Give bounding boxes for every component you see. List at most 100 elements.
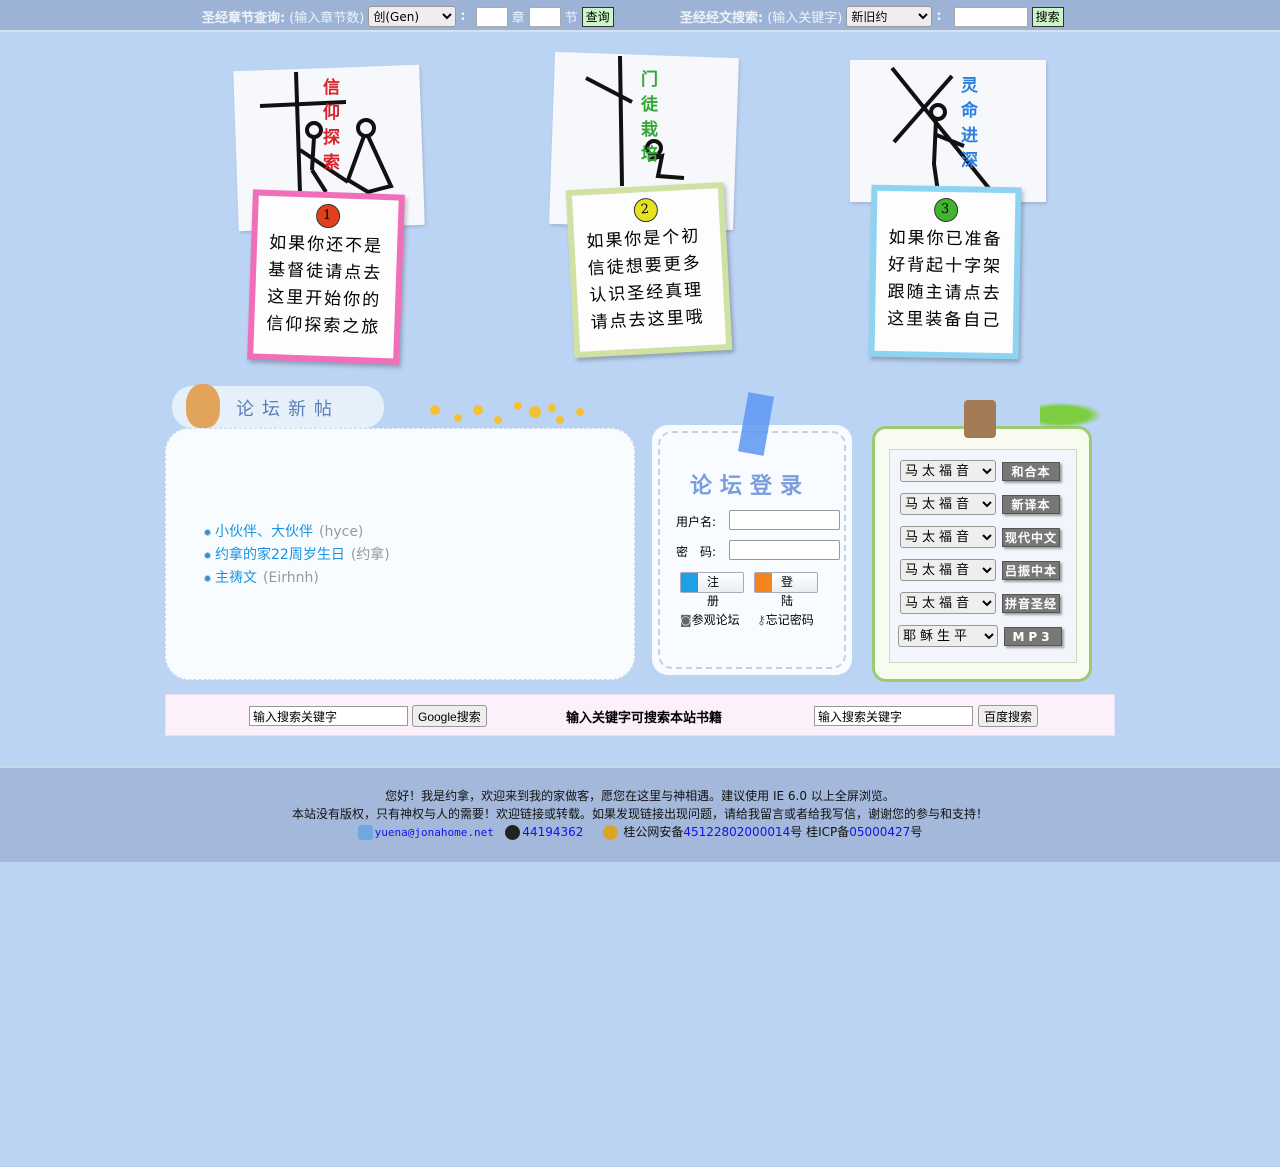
cross-kneeling-icon [585, 56, 685, 186]
note: 1 如果你还不是 基督徒请点去 这里开始你的 信仰探索之旅 [247, 189, 405, 365]
hao: 号 [910, 825, 923, 839]
bullet-icon [204, 528, 211, 536]
post-link[interactable]: 小伙伴、大伙伴 [215, 524, 313, 540]
verse-search-hint: (输入关键字) [767, 11, 843, 26]
life-of-jesus-select[interactable]: 耶稣生平 [898, 625, 998, 647]
post-author: (hyce) [319, 524, 364, 540]
teddy-bear-icon [186, 384, 220, 428]
verse-input[interactable] [528, 6, 561, 27]
login-label: 登 陆 [781, 575, 798, 608]
post-list: 小伙伴、大伙伴 (hyce) 约拿的家22周岁生日 (约拿) 主祷文 (Eirhnh) [204, 521, 390, 590]
google-search-input[interactable] [249, 706, 408, 726]
post-author: (Eirhnh) [263, 570, 319, 586]
number-badge: 1 [315, 203, 341, 229]
chapter-query-hint: (输入章节数) [289, 11, 365, 26]
forgot-password-label: 忘记密码 [765, 613, 814, 627]
forum-icon: ◙ [680, 613, 692, 627]
chapter-query: 圣经章节查询: (输入章节数) 创(Gen) : 章 节 查询 [202, 6, 614, 27]
note-line: 信仰探索之旅 [265, 313, 381, 338]
bullet-icon [204, 574, 211, 582]
qq-icon [505, 825, 521, 840]
post-link[interactable]: 约拿的家22周岁生日 [215, 547, 345, 563]
note-line: 这里开始你的 [266, 286, 382, 311]
card-title: 门徒栽培 [641, 70, 658, 165]
colon: : [460, 9, 466, 24]
book-select[interactable]: 马太福音 [900, 559, 996, 581]
query-button[interactable]: 查询 [581, 6, 614, 27]
search-hint: 输入关键字可搜索本站书籍 [566, 711, 723, 726]
login-title: 论坛登录 [690, 473, 811, 499]
book-select[interactable]: 创(Gen) [368, 6, 457, 27]
forum-new-posts-panel: 小伙伴、大伙伴 (hyce) 约拿的家22周岁生日 (约拿) 主祷文 (Eirhnh) [165, 428, 635, 680]
footer: 您好！我是约拿，欢迎来到我的家做客，愿您在这里与神相遇。建议使用 IE 6.0 … [0, 766, 1280, 862]
footer-welcome: 您好！我是约拿，欢迎来到我的家做客，愿您在这里与神相遇。建议使用 IE 6.0 … [385, 789, 895, 803]
book-select[interactable]: 马太福音 [900, 493, 996, 515]
note-line: 这里装备自己 [886, 308, 1002, 331]
footer-contacts: yuena@jonahome.net 44194362 桂公网安备4512280… [0, 823, 1280, 842]
username-label: 用户名: [676, 515, 717, 529]
note-line: 如果你还不是 [268, 233, 384, 257]
note: 3 如果你已准备 好背起十字架 跟随主请点去 这里装备自己 [868, 184, 1022, 360]
register-label: 注 册 [707, 575, 724, 608]
book-select[interactable]: 马太福音 [900, 460, 996, 482]
clip-decoration [964, 400, 996, 438]
chapter-unit: 章 [511, 11, 525, 26]
baidu-search-button[interactable]: 百度搜索 [978, 705, 1039, 727]
police-badge-icon [602, 825, 618, 840]
password-input[interactable] [729, 540, 840, 560]
carrying-cross-icon [890, 66, 994, 194]
list-item: 约拿的家22周岁生日 (约拿) [204, 544, 390, 567]
verse-search: 圣经经文搜索: (输入关键字) 新旧约 : 搜索 [680, 6, 1064, 27]
note-line: 跟随主请点去 [887, 282, 1002, 304]
note-line: 如果你已准备 [888, 228, 1003, 250]
list-item: 小伙伴、大伙伴 (hyce) [204, 521, 390, 544]
number-badge: 2 [633, 197, 659, 223]
book-select[interactable]: 马太福音 [900, 592, 996, 614]
top-toolbar: 圣经章节查询: (输入章节数) 创(Gen) : 章 节 查询 圣经经文搜索: … [0, 0, 1280, 32]
version-button[interactable]: 和合本 [1002, 462, 1060, 481]
testament-select[interactable]: 新旧约 [846, 6, 933, 27]
chapter-query-label: 圣经章节查询: [202, 11, 286, 26]
note-line: 请点去这里哦 [590, 307, 706, 334]
keyword-input[interactable] [953, 6, 1028, 27]
card-title: 信仰探索 [323, 78, 340, 173]
google-search-button[interactable]: Google搜索 [412, 705, 487, 727]
icp-prefix: 桂ICP备 [806, 825, 850, 839]
police-prefix: 桂公网安备 [623, 825, 684, 839]
key-icon: ⚷ [757, 613, 766, 627]
arrow-left-icon [681, 573, 698, 592]
search-button[interactable]: 搜索 [1031, 6, 1064, 27]
note-line: 基督徒请点去 [267, 259, 383, 284]
forgot-password-link[interactable]: ⚷忘记密码 [757, 611, 814, 628]
register-button[interactable]: 注 册 [680, 572, 744, 608]
post-link[interactable]: 主祷文 [215, 570, 257, 586]
icp-number-link[interactable]: 05000427 [849, 825, 910, 839]
note: 2 如果你是个初 信徒想要更多 认识圣经真理 请点去这里哦 [565, 181, 733, 359]
version-button[interactable]: 吕振中本 [1002, 561, 1060, 580]
email-icon [357, 825, 373, 840]
version-button[interactable]: 新译本 [1002, 495, 1060, 514]
hao: 号 [790, 825, 803, 839]
police-number-link[interactable]: 45122802000014 [683, 825, 790, 839]
note-line: 好背起十字架 [887, 255, 1003, 277]
verse-unit: 节 [564, 11, 578, 26]
baidu-search-input[interactable] [814, 706, 973, 726]
leaf-decoration [1040, 400, 1110, 430]
mp3-button[interactable]: MP3 [1004, 627, 1062, 646]
book-select[interactable]: 马太福音 [900, 526, 996, 548]
email-link[interactable]: yuena@jonahome.net [375, 826, 494, 839]
site-search-bar: Google搜索 输入关键字可搜索本站书籍 百度搜索 [165, 694, 1115, 736]
number-badge: 3 [933, 197, 959, 223]
visit-forum-link[interactable]: ◙参观论坛 [680, 611, 740, 628]
bullet-icon [204, 551, 211, 559]
list-item: 主祷文 (Eirhnh) [204, 567, 390, 590]
login-button[interactable]: 登 陆 [754, 572, 818, 608]
version-button[interactable]: 拼音圣经 [1002, 594, 1060, 613]
qq-link[interactable]: 44194362 [522, 825, 583, 839]
version-button[interactable]: 现代中文 [1002, 528, 1060, 547]
colon: : [936, 9, 942, 24]
password-label: 密 码: [676, 545, 717, 559]
chapter-input[interactable] [475, 6, 508, 27]
username-input[interactable] [729, 510, 840, 530]
card-title: 灵命进深 [961, 76, 978, 171]
